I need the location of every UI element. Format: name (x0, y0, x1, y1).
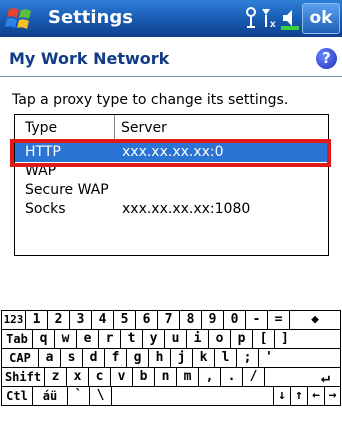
key-l[interactable]: l (214, 348, 237, 368)
key-minus[interactable]: - (245, 310, 268, 330)
key-ctl[interactable]: Ctl (1, 386, 33, 406)
key-left-bracket[interactable]: [ (252, 329, 275, 349)
soft-keyboard: 123 1 2 3 4 5 6 7 8 9 0 - = ◆ Tab q w e … (0, 309, 342, 422)
key-q[interactable]: q (32, 329, 55, 349)
proxy-list[interactable]: Type Server HTTP xxx.xx.xx.xx:0 WAP Secu… (14, 114, 329, 256)
help-icon[interactable]: ? (316, 48, 337, 69)
key-o[interactable]: o (208, 329, 231, 349)
key-equals[interactable]: = (267, 310, 290, 330)
key-k[interactable]: k (192, 348, 215, 368)
svg-text:x: x (270, 19, 276, 30)
app-title: Settings (48, 7, 133, 28)
key-5[interactable]: 5 (113, 310, 136, 330)
key-z[interactable]: z (44, 367, 67, 387)
instruction-text: Tap a proxy type to change its settings. (12, 92, 289, 108)
list-item-type: Secure WAP (25, 182, 109, 198)
enter-key[interactable]: ↵ (264, 367, 341, 387)
backspace-key[interactable]: ◆ (289, 310, 341, 330)
key-c[interactable]: c (88, 367, 111, 387)
page-title: My Work Network (9, 49, 170, 68)
list-item-server: xxx.xx.xx.xx:1080 (122, 201, 251, 217)
key-p[interactable]: p (230, 329, 253, 349)
column-header-type[interactable]: Type (15, 115, 115, 141)
signal-icon: x (262, 9, 276, 30)
windows-start-icon[interactable] (2, 3, 38, 34)
key-e[interactable]: e (76, 329, 99, 349)
space-bar[interactable] (111, 386, 274, 406)
key-international[interactable]: áü (32, 386, 68, 406)
key-period[interactable]: . (220, 367, 243, 387)
key-x[interactable]: x (66, 367, 89, 387)
key-w[interactable]: w (54, 329, 77, 349)
key-f[interactable]: f (104, 348, 127, 368)
arrow-right-key[interactable]: → (324, 386, 341, 406)
key-2[interactable]: 2 (47, 310, 70, 330)
key-v[interactable]: v (110, 367, 133, 387)
key-6[interactable]: 6 (135, 310, 158, 330)
list-item-secure-wap[interactable]: Secure WAP (15, 181, 328, 200)
key-1[interactable]: 1 (25, 310, 48, 330)
key-a[interactable]: a (38, 348, 61, 368)
key-7[interactable]: 7 (157, 310, 180, 330)
key-8[interactable]: 8 (179, 310, 202, 330)
key-caps[interactable]: CAP (1, 348, 39, 368)
key-r[interactable]: r (98, 329, 121, 349)
key-b[interactable]: b (132, 367, 155, 387)
arrow-left-key[interactable]: ← (307, 386, 325, 406)
key-semicolon[interactable]: ; (236, 348, 259, 368)
key-u[interactable]: u (164, 329, 187, 349)
key-0[interactable]: 0 (223, 310, 246, 330)
key-t[interactable]: t (120, 329, 143, 349)
key-y[interactable]: y (142, 329, 165, 349)
key-3[interactable]: 3 (69, 310, 92, 330)
key-s[interactable]: s (60, 348, 83, 368)
key-h[interactable]: h (148, 348, 171, 368)
connectivity-icon (246, 7, 256, 28)
key-123[interactable]: 123 (1, 310, 26, 330)
status-icons[interactable]: x (243, 5, 301, 31)
key-9[interactable]: 9 (201, 310, 224, 330)
key-backslash[interactable]: \ (89, 386, 112, 406)
column-header-server[interactable]: Server (115, 115, 328, 141)
ok-button[interactable]: ok (302, 3, 340, 34)
key-m[interactable]: m (176, 367, 199, 387)
key-right-bracket[interactable]: ] (274, 329, 341, 349)
title-bar: Settings x ok (0, 0, 342, 37)
key-tab[interactable]: Tab (1, 329, 33, 349)
arrow-up-key[interactable]: ↑ (290, 386, 308, 406)
key-g[interactable]: g (126, 348, 149, 368)
key-apostrophe[interactable]: ' (258, 348, 341, 368)
key-comma[interactable]: , (198, 367, 221, 387)
key-i[interactable]: i (186, 329, 209, 349)
key-n[interactable]: n (154, 367, 177, 387)
list-item-socks[interactable]: Socks xxx.xx.xx.xx:1080 (15, 200, 328, 219)
key-slash[interactable]: / (242, 367, 265, 387)
speaker-icon (281, 10, 299, 30)
divider (0, 76, 342, 77)
key-4[interactable]: 4 (91, 310, 114, 330)
selection-highlight-outline (10, 139, 331, 167)
key-j[interactable]: j (170, 348, 193, 368)
arrow-down-key[interactable]: ↓ (273, 386, 291, 406)
key-shift[interactable]: Shift (1, 367, 45, 387)
key-backtick[interactable]: ` (67, 386, 90, 406)
list-item-type: Socks (25, 201, 66, 217)
key-d[interactable]: d (82, 348, 105, 368)
